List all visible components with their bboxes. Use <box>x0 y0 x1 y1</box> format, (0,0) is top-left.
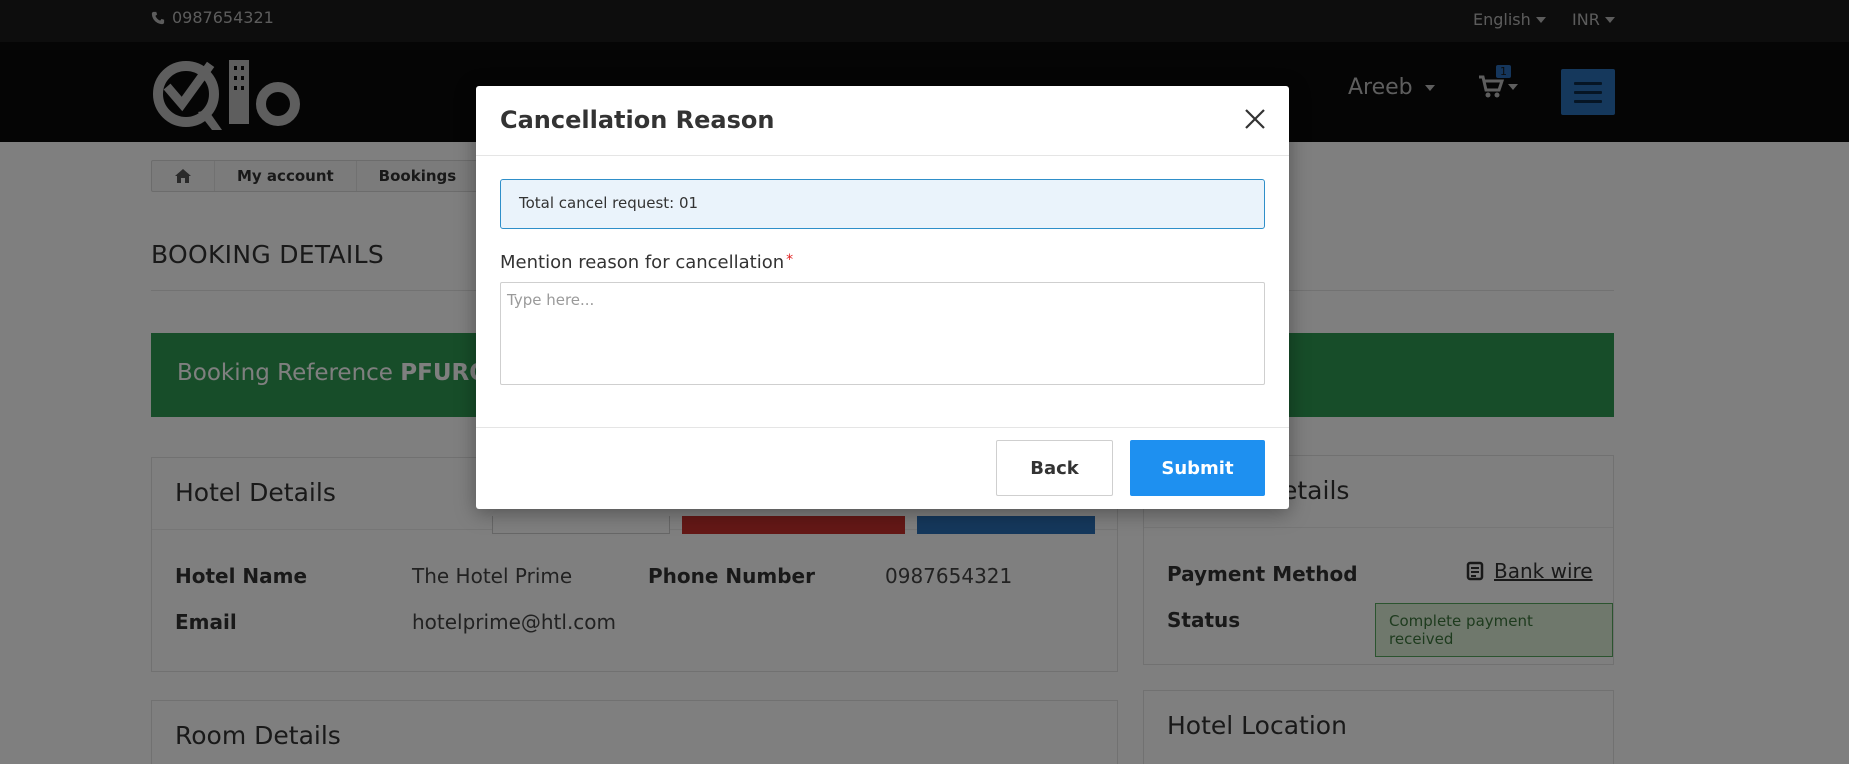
cancellation-reason-modal: Cancellation Reason Total cancel request… <box>476 86 1289 509</box>
modal-title: Cancellation Reason <box>500 106 775 134</box>
cancellation-reason-input[interactable] <box>500 282 1265 385</box>
reason-label-text: Mention reason for cancellation <box>500 252 785 273</box>
reason-label: Mention reason for cancellation * <box>500 252 793 273</box>
modal-footer: Back Submit <box>476 428 1289 508</box>
modal-header: Cancellation Reason <box>476 86 1289 156</box>
submit-button[interactable]: Submit <box>1130 440 1265 496</box>
required-mark: * <box>786 252 794 268</box>
cancel-request-info: Total cancel request: 01 <box>500 179 1265 229</box>
back-button[interactable]: Back <box>996 440 1113 496</box>
modal-body: Total cancel request: 01 Mention reason … <box>476 156 1289 428</box>
close-icon[interactable] <box>1243 107 1267 131</box>
